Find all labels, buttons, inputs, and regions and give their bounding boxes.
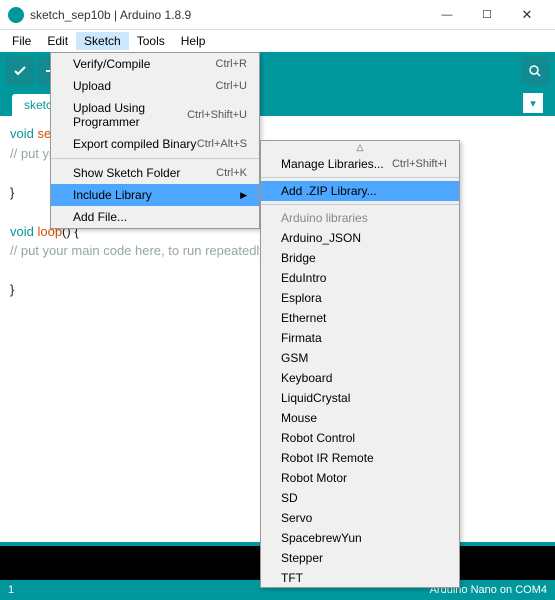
titlebar: sketch_sep10b | Arduino 1.8.9 xyxy=(0,0,555,30)
submenu-item[interactable]: Stepper xyxy=(261,548,459,568)
dropdown-item[interactable]: UploadCtrl+U xyxy=(51,75,259,97)
dropdown-item[interactable]: Verify/CompileCtrl+R xyxy=(51,53,259,75)
close-button[interactable] xyxy=(507,0,547,30)
menu-sketch[interactable]: Sketch xyxy=(76,32,129,50)
submenu-item[interactable]: Esplora xyxy=(261,288,459,308)
submenu-item[interactable]: Add .ZIP Library... xyxy=(261,181,459,201)
submenu-item[interactable]: Manage Libraries...Ctrl+Shift+I xyxy=(261,154,459,174)
window-title: sketch_sep10b | Arduino 1.8.9 xyxy=(30,8,427,22)
submenu-item[interactable]: Robot Motor xyxy=(261,468,459,488)
sketch-dropdown: Verify/CompileCtrl+RUploadCtrl+UUpload U… xyxy=(50,52,260,229)
menu-edit[interactable]: Edit xyxy=(39,32,76,50)
serial-monitor-button[interactable] xyxy=(521,57,549,85)
submenu-item[interactable]: Robot Control xyxy=(261,428,459,448)
maximize-button[interactable] xyxy=(467,0,507,30)
submenu-item[interactable]: Keyboard xyxy=(261,368,459,388)
dropdown-item[interactable]: Include Library▶ xyxy=(51,184,259,206)
arduino-icon xyxy=(8,7,24,23)
dropdown-item[interactable]: Show Sketch FolderCtrl+K xyxy=(51,162,259,184)
submenu-item[interactable]: SD xyxy=(261,488,459,508)
verify-button[interactable] xyxy=(6,57,34,85)
dropdown-item[interactable]: Upload Using ProgrammerCtrl+Shift+U xyxy=(51,97,259,133)
submenu-item[interactable]: LiquidCrystal xyxy=(261,388,459,408)
dropdown-item[interactable]: Add File... xyxy=(51,206,259,228)
window-controls xyxy=(427,0,547,30)
submenu-item[interactable]: GSM xyxy=(261,348,459,368)
submenu-header: Arduino libraries xyxy=(261,208,459,228)
menu-tools[interactable]: Tools xyxy=(129,32,173,50)
minimize-button[interactable] xyxy=(427,0,467,30)
submenu-item[interactable]: Bridge xyxy=(261,248,459,268)
dropdown-item[interactable]: Export compiled BinaryCtrl+Alt+S xyxy=(51,133,259,155)
submenu-item[interactable]: Arduino_JSON xyxy=(261,228,459,248)
submenu-item[interactable]: Ethernet xyxy=(261,308,459,328)
menubar: File Edit Sketch Tools Help xyxy=(0,30,555,52)
submenu-item[interactable]: SpacebrewYun xyxy=(261,528,459,548)
submenu-item[interactable]: Servo xyxy=(261,508,459,528)
tab-menu-button[interactable]: ▾ xyxy=(523,93,543,113)
submenu-item[interactable]: EduIntro xyxy=(261,268,459,288)
menu-file[interactable]: File xyxy=(4,32,39,50)
menu-help[interactable]: Help xyxy=(173,32,214,50)
include-library-submenu: △Manage Libraries...Ctrl+Shift+IAdd .ZIP… xyxy=(260,140,460,588)
submenu-item[interactable]: Mouse xyxy=(261,408,459,428)
submenu-item[interactable]: Robot IR Remote xyxy=(261,448,459,468)
submenu-item[interactable]: Firmata xyxy=(261,328,459,348)
submenu-item[interactable]: TFT xyxy=(261,568,459,588)
